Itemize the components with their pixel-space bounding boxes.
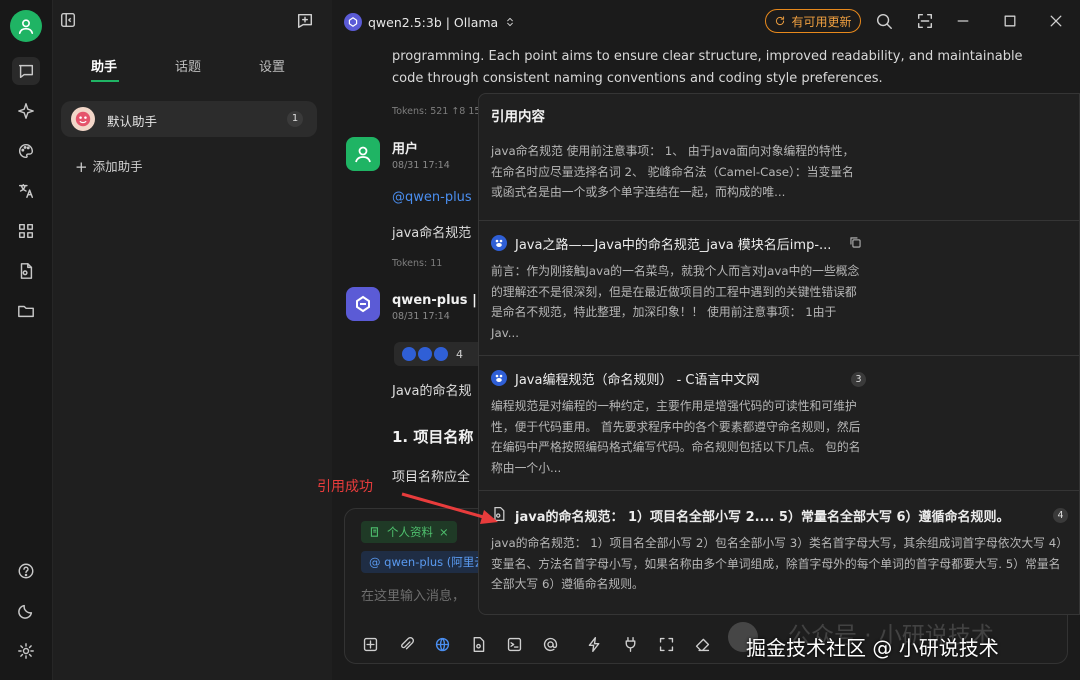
baidu-icon xyxy=(434,347,448,361)
citation-title[interactable]: Java编程规范（命名规则） - C语言中文网 xyxy=(515,369,760,388)
search-icon[interactable] xyxy=(875,12,893,34)
citation-count: 4 xyxy=(456,347,463,361)
citation-item[interactable]: java的命名规范： 1）项目名全部小写 2.... 5）常量名全部大写 6）遵… xyxy=(479,490,1079,614)
update-label: 有可用更新 xyxy=(791,14,852,29)
annotation-arrow xyxy=(401,492,498,524)
citations-popup: 引用内容 java命名规范 使用前注意事项： 1、 由于Java面向对象编程的特… xyxy=(478,93,1080,615)
citation-body: 前言：作为刚接触Java的一名菜鸟，就我个人而言对Java中的一些概念的理解还不… xyxy=(491,264,860,340)
maximize-icon[interactable] xyxy=(1002,12,1018,34)
sparkle-icon[interactable] xyxy=(12,97,40,125)
citations-title: 引用内容 xyxy=(491,109,545,125)
topic-count-badge: 1 xyxy=(287,111,303,127)
mention-icon[interactable] xyxy=(539,633,561,655)
chevron-updown-icon xyxy=(507,17,514,27)
assistant-avatar xyxy=(71,107,95,131)
watermark-front-text: 掘金技术社区 @ 小研说技术 xyxy=(746,636,999,660)
baidu-icon xyxy=(418,347,432,361)
assistant-message-date: 08/31 17:14 xyxy=(392,311,450,322)
model-selector[interactable]: qwen2.5:3b | Ollama xyxy=(344,12,516,32)
chat-icon[interactable] xyxy=(12,57,40,85)
citation-body: java命名规范 使用前注意事项： 1、 由于Java面向对象编程的特性，在命名… xyxy=(491,144,855,199)
nav-rail xyxy=(0,0,52,680)
mentioned-model-label: @ qwen-plus (阿里云 xyxy=(369,555,486,569)
tab-topics[interactable]: 话题 xyxy=(175,56,201,75)
baidu-icon xyxy=(491,370,507,386)
user-tokens: Tokens: 11 xyxy=(392,258,443,269)
user-message-avatar xyxy=(346,137,380,171)
copy-icon[interactable] xyxy=(849,236,862,253)
terminal-icon[interactable] xyxy=(503,633,525,655)
new-topic-icon[interactable] xyxy=(296,12,314,30)
fit-screen-icon[interactable] xyxy=(916,12,934,34)
citation-item[interactable]: java命名规范 使用前注意事项： 1、 由于Java面向对象编程的特性，在命名… xyxy=(479,129,1079,220)
citation-number: 4 xyxy=(1053,508,1068,523)
citation-item[interactable]: Java编程规范（命名规则） - C语言中文网 3 编程规范是对编程的一种约定，… xyxy=(479,355,1079,490)
model-name: qwen2.5:3b | Ollama xyxy=(368,14,499,30)
tab-assistants[interactable]: 助手 xyxy=(91,56,117,75)
citation-body: java的命名规范： 1）项目名全部小写 2）包名全部小写 3）类名首字母大写，… xyxy=(491,536,1069,591)
knowledge-base-icon[interactable] xyxy=(467,633,489,655)
refresh-icon xyxy=(776,16,785,26)
add-assistant-button[interactable]: + 添加助手 xyxy=(75,156,143,176)
model-mention[interactable]: @qwen-plus xyxy=(392,190,472,205)
citation-number: 3 xyxy=(851,372,866,387)
add-assistant-label: 添加助手 xyxy=(92,159,143,174)
user-avatar[interactable] xyxy=(10,10,42,42)
baidu-icon xyxy=(491,235,507,251)
citation-chips[interactable]: 4 xyxy=(394,342,484,366)
assistant-message-avatar xyxy=(346,287,380,321)
user-question: java命名规范 xyxy=(392,226,472,241)
palette-icon[interactable] xyxy=(12,137,40,165)
answer-heading: 1. 项目名称 xyxy=(392,428,474,446)
plus-icon: + xyxy=(75,158,88,176)
baidu-icon xyxy=(402,347,416,361)
moon-icon[interactable] xyxy=(12,597,40,625)
model-logo-icon xyxy=(344,13,362,31)
new-topic-icon[interactable] xyxy=(359,633,381,655)
citation-title[interactable]: java的命名规范： 1）项目名全部小写 2.... 5）常量名全部大写 6）遵… xyxy=(515,506,1010,525)
close-icon[interactable] xyxy=(1048,12,1064,34)
user-message-date: 08/31 17:14 xyxy=(392,160,450,171)
tab-settings[interactable]: 设置 xyxy=(259,56,285,75)
answer-paragraph: 项目名称应全 xyxy=(392,470,471,485)
book-icon xyxy=(370,527,378,537)
folder-icon[interactable] xyxy=(12,297,40,325)
assistant-sidebar: 助手 话题 设置 默认助手 1 + 添加助手 xyxy=(52,0,332,680)
citation-body: 编程规范是对编程的一种约定，主要作用是增强代码的可读性和可维护性，便于代码重用。… xyxy=(491,399,861,475)
answer-intro: Java的命名规 xyxy=(392,384,472,399)
lightning-icon[interactable] xyxy=(583,633,605,655)
sidebar-tabs: 助手 话题 设置 xyxy=(53,56,333,82)
citation-title[interactable]: Java之路——Java中的命名规范_java 模块名后imp-... xyxy=(515,234,831,253)
translate-icon[interactable] xyxy=(12,177,40,205)
previous-tokens: Tokens: 521 ↑8 151 xyxy=(392,106,487,117)
watermark: 公众号 · 小研说技术 掘金技术社区 @ 小研说技术 xyxy=(728,616,1068,666)
annotation-label: 引用成功 xyxy=(317,479,373,495)
top-bar: qwen2.5:3b | Ollama 有可用更新 xyxy=(297,0,1080,42)
apps-grid-icon[interactable] xyxy=(12,217,40,245)
sidebar-toggle-icon[interactable] xyxy=(59,11,79,31)
document-icon[interactable] xyxy=(12,257,40,285)
message-input[interactable]: 在这里输入消息， xyxy=(361,585,465,604)
citation-item[interactable]: Java之路——Java中的命名规范_java 模块名后imp-... 前言：作… xyxy=(479,220,1079,355)
active-tab-indicator xyxy=(91,80,119,82)
assistant-item-default[interactable]: 默认助手 1 xyxy=(61,101,317,137)
gear-icon[interactable] xyxy=(12,637,40,665)
user-name: 用户 xyxy=(392,142,419,157)
mentioned-model-chip[interactable]: @ qwen-plus (阿里云 xyxy=(361,551,494,573)
web-search-icon[interactable] xyxy=(431,633,453,655)
minimize-icon[interactable] xyxy=(955,12,971,34)
plug-icon[interactable] xyxy=(619,633,641,655)
attachment-icon[interactable] xyxy=(395,633,417,655)
help-icon[interactable] xyxy=(12,557,40,585)
eraser-icon[interactable] xyxy=(691,633,713,655)
update-available-button[interactable]: 有可用更新 xyxy=(765,9,861,33)
assistant-name: 默认助手 xyxy=(107,114,158,129)
previous-message-text: programming. Each point aims to ensure c… xyxy=(392,49,1023,86)
expand-icon[interactable] xyxy=(655,633,677,655)
